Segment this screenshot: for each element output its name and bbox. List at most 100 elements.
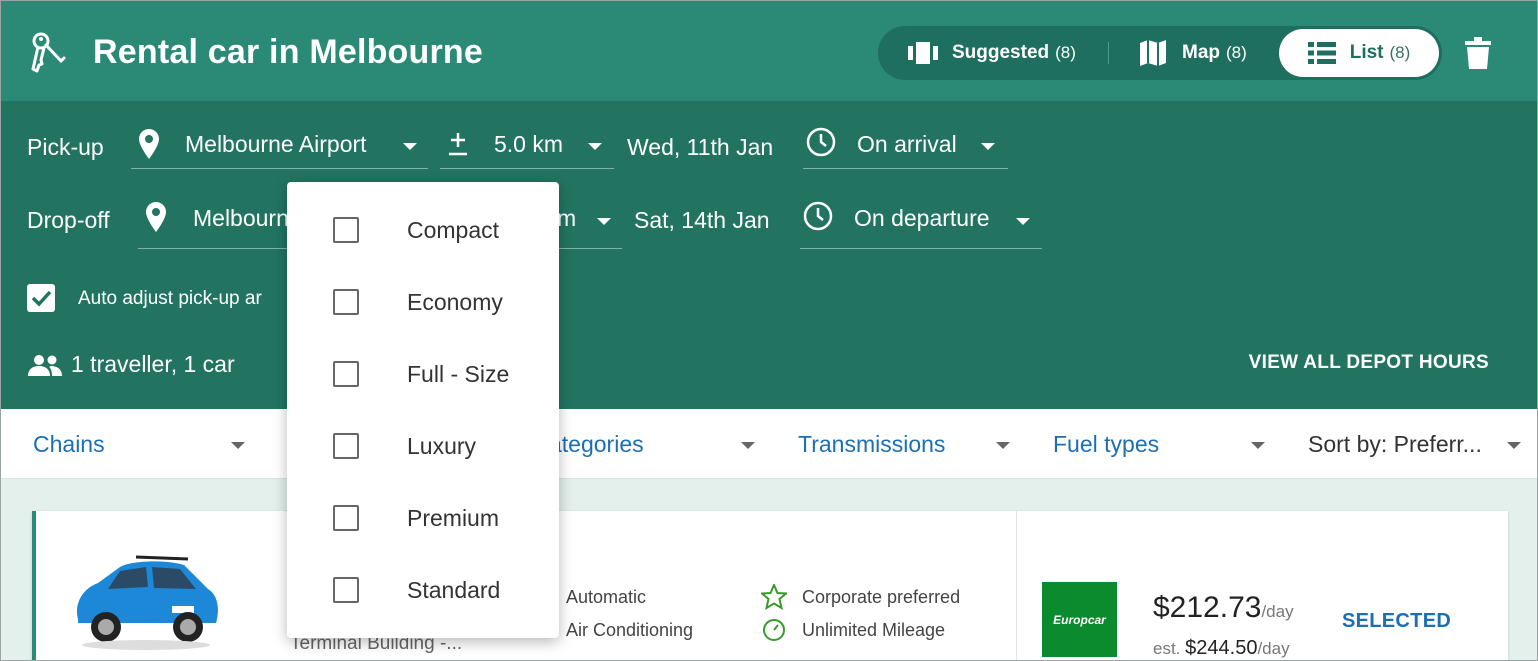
view-suggested-label: Suggested [952, 42, 1050, 63]
travellers-label: 1 traveller, 1 car [71, 351, 235, 377]
selected-button[interactable]: SELECTED [1342, 610, 1451, 633]
view-all-depot-hours-link[interactable]: VIEW ALL DEPOT HOURS [1249, 352, 1489, 374]
category-option-compact[interactable]: Compact [287, 194, 559, 266]
category-checkbox[interactable] [333, 433, 359, 459]
est-prefix: est. [1153, 639, 1181, 658]
auto-adjust-checkbox[interactable] [27, 284, 55, 312]
transmissions-filter[interactable]: Transmissions [798, 409, 1013, 479]
category-option-luxury[interactable]: Luxury [287, 410, 559, 482]
estimated-price: est. $244.50/day [1153, 637, 1290, 660]
pickup-time-select[interactable]: On arrival [803, 119, 1008, 169]
pickup-location-value: Melbourne Airport [185, 131, 367, 157]
speedometer-icon [763, 619, 785, 641]
price-unit: /day [1261, 602, 1294, 621]
view-list-count: (8) [1389, 43, 1411, 62]
fuel-types-filter-label: Fuel types [1053, 430, 1160, 457]
dropoff-location-value: Melbourn [193, 205, 289, 231]
europcar-logo: Europcar [1042, 582, 1117, 657]
fuel-types-filter[interactable]: Fuel types [1053, 409, 1268, 479]
categories-filter[interactable]: ategories [549, 409, 759, 479]
result-card[interactable]: Terminal Building -... Automatic Air Con… [32, 511, 1508, 660]
perk-corporate-preferred: Corporate preferred [802, 587, 961, 607]
price-value: $212.73 [1153, 591, 1262, 624]
chevron-down-icon [981, 143, 995, 150]
pickup-date[interactable]: Wed, 11th Jan [627, 134, 773, 161]
card-accent-bar [32, 511, 36, 660]
chains-filter-label: Chains [33, 430, 105, 457]
category-option-label: Luxury [407, 433, 477, 459]
car-keys-icon [31, 32, 66, 73]
perk-unlimited-mileage: Unlimited Mileage [802, 620, 946, 640]
category-dropdown-menu: Compact Economy Full - Size Luxury Premi… [287, 182, 559, 638]
view-suggested-button[interactable]: Suggested (8) [908, 26, 1076, 80]
people-icon [28, 354, 62, 376]
dropoff-date[interactable]: Sat, 14th Jan [634, 207, 770, 234]
pickup-radius-select[interactable]: 5.0 km [440, 119, 614, 169]
view-map-label: Map [1182, 42, 1220, 63]
dropoff-location-select[interactable]: Melbourn [138, 199, 298, 249]
filter-bar: Chains ategories Transmissions Fuel type… [1, 409, 1537, 479]
chevron-down-icon [741, 442, 755, 449]
view-suggested-count: (8) [1055, 43, 1076, 62]
category-option-label: Economy [407, 289, 503, 315]
travellers-selector[interactable]: 1 traveller, 1 car [27, 351, 235, 378]
pickup-time-value: On arrival [857, 131, 957, 157]
category-option-label: Compact [407, 217, 500, 243]
view-switcher: Suggested (8) Map (8) List (8) [878, 26, 1442, 80]
pickup-label: Pick-up [27, 134, 104, 160]
category-option-label: Standard [407, 577, 501, 603]
location-pin-icon [139, 129, 159, 159]
auto-adjust-label: Auto adjust pick-up ar [78, 288, 262, 309]
chains-filter[interactable]: Chains [33, 409, 257, 479]
category-option-label: Full - Size [407, 361, 510, 387]
view-list-button[interactable]: List (8) [1279, 29, 1439, 77]
category-option-premium[interactable]: Premium [287, 482, 559, 554]
chevron-down-icon [231, 442, 245, 449]
sort-select-label: Sort by: Preferr... [1308, 430, 1482, 457]
feature-air-conditioning: Air Conditioning [566, 620, 694, 640]
clock-icon [806, 127, 836, 157]
chevron-down-icon [1507, 442, 1521, 449]
clock-icon [803, 201, 833, 231]
vendor-name: Europcar [1053, 612, 1106, 627]
category-checkbox[interactable] [333, 217, 359, 243]
view-map-button[interactable]: Map (8) [1138, 26, 1247, 80]
plus-minus-icon [449, 133, 467, 156]
app-window: Rental car in Melbourne Suggested (8) Ma… [0, 0, 1538, 661]
chevron-down-icon [996, 442, 1010, 449]
card-divider [1016, 511, 1017, 660]
chevron-down-icon [597, 218, 611, 225]
dropoff-time-select[interactable]: On departure [800, 199, 1042, 249]
header-bar: Rental car in Melbourne Suggested (8) Ma… [1, 1, 1537, 101]
list-icon [1307, 42, 1336, 64]
est-price-unit: /day [1257, 639, 1290, 658]
chevron-down-icon [588, 143, 602, 150]
category-option-full-size[interactable]: Full - Size [287, 338, 559, 410]
category-checkbox[interactable] [333, 577, 359, 603]
page-title: Rental car in Melbourne [93, 33, 484, 71]
category-checkbox[interactable] [333, 361, 359, 387]
chevron-down-icon [1016, 218, 1030, 225]
location-pin-icon [146, 202, 166, 232]
category-checkbox[interactable] [333, 289, 359, 315]
feature-transmission: Automatic [566, 587, 647, 607]
star-icon [761, 584, 787, 610]
checkmark-icon [31, 290, 52, 307]
category-option-label: Premium [407, 505, 500, 531]
chevron-down-icon [403, 143, 417, 150]
dropoff-time-value: On departure [854, 205, 990, 231]
category-option-economy[interactable]: Economy [287, 266, 559, 338]
sort-select[interactable]: Sort by: Preferr... [1308, 409, 1528, 479]
car-image [76, 555, 218, 650]
chevron-down-icon [1251, 442, 1265, 449]
view-map-count: (8) [1226, 43, 1247, 62]
category-checkbox[interactable] [333, 505, 359, 531]
pickup-location-select[interactable]: Melbourne Airport [131, 119, 428, 169]
category-option-standard[interactable]: Standard [287, 554, 559, 626]
price-per-day: $212.73/day [1153, 591, 1294, 625]
map-icon [1140, 40, 1166, 66]
categories-filter-label: ategories [549, 430, 644, 457]
trash-icon[interactable] [1465, 37, 1491, 69]
transmissions-filter-label: Transmissions [798, 430, 946, 457]
est-price-value: $244.50 [1185, 637, 1258, 659]
